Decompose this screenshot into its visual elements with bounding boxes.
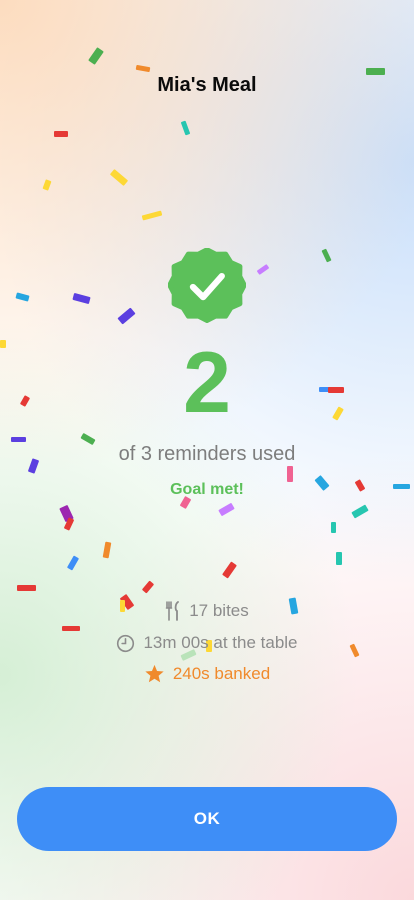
reminders-used-count: 2: [183, 335, 231, 431]
bites-text: 17 bites: [189, 601, 249, 620]
stat-bites: 17 bites: [0, 601, 414, 621]
reminders-used-label: of 3 reminders used: [118, 443, 296, 465]
check-badge-icon: [168, 248, 246, 324]
time-text: 13m 00s at the table: [143, 633, 298, 652]
stat-banked: 240s banked: [0, 664, 414, 684]
clock-icon: [117, 634, 135, 652]
ok-button[interactable]: OK: [17, 787, 397, 851]
goal-status: Goal met!: [170, 481, 244, 498]
star-icon: [145, 664, 164, 683]
stat-time: 13m 00s at the table: [0, 633, 414, 653]
banked-text: 240s banked: [172, 664, 271, 683]
page-title: Mia's Meal: [157, 74, 257, 96]
fork-knife-icon: [165, 601, 180, 621]
